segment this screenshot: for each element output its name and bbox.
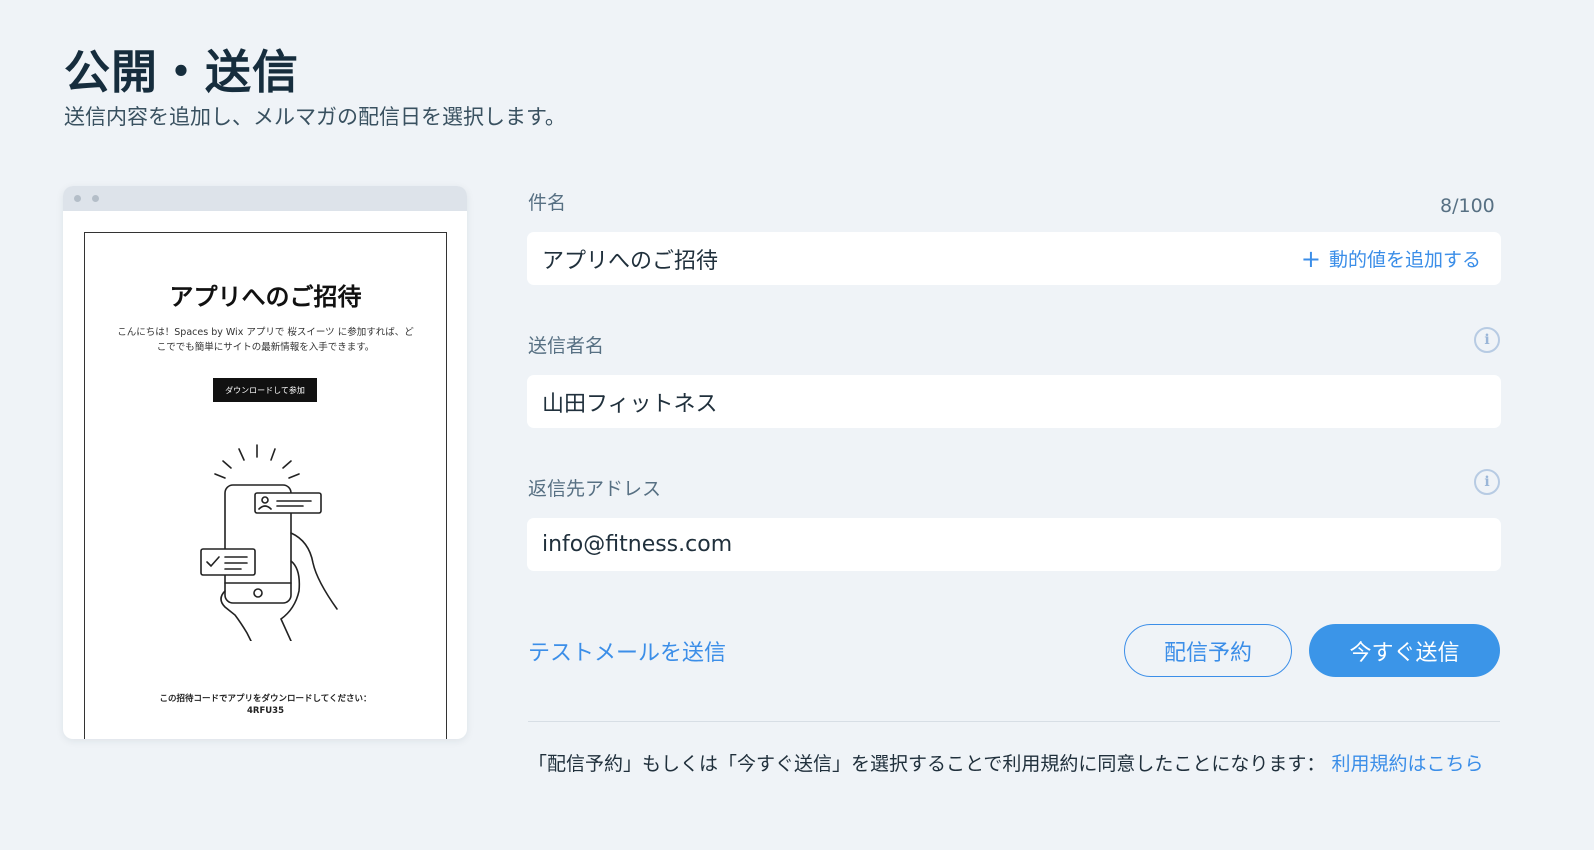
subject-value[interactable]: アプリへのご招待 [527,243,1301,275]
email-preview-frame: アプリへのご招待 こんにちは！Spaces by Wix アプリで 桜スイーツ … [84,232,447,739]
reply-to-value[interactable]: info@fitness.com [527,532,1501,557]
sender-name-value[interactable]: 山田フィットネス [527,386,1501,418]
page-title: 公開・送信 [64,45,299,99]
info-icon[interactable]: i [1474,327,1500,353]
terms-notice: 「配信予約」もしくは「今すぐ送信」を選択することで利用規約に同意したことになりま… [528,749,1500,779]
email-body-text: こんにちは！Spaces by Wix アプリで 桜スイーツ に参加すれば、どこ… [117,327,414,353]
publish-send-page: 公開・送信 送信内容を追加し、メルマガの配信日を選択します。 アプリへのご招待 … [0,0,1594,850]
subject-counter: 8/100 [1440,195,1495,217]
divider [528,721,1500,722]
subject-label: 件名 [528,192,567,214]
page-subtitle: 送信内容を追加し、メルマガの配信日を選択します。 [64,105,566,129]
window-dot-icon [74,195,81,202]
add-dynamic-value-button[interactable]: + 動的値を追加する [1301,245,1501,272]
email-footer-text: この招待コードでアプリをダウンロードしてください： [159,694,372,704]
terms-link[interactable]: 利用規約はこちら [1331,753,1483,775]
send-now-button[interactable]: 今すぐ送信 [1309,624,1500,677]
preview-window-bar [63,186,467,211]
subject-input[interactable]: アプリへのご招待 + 動的値を追加する [527,232,1501,285]
phone-illustration-icon [200,444,338,641]
schedule-button[interactable]: 配信予約 [1124,624,1292,677]
sender-name-input[interactable]: 山田フィットネス [527,375,1501,428]
email-preview-card: アプリへのご招待 こんにちは！Spaces by Wix アプリで 桜スイーツ … [63,186,467,739]
terms-text: 「配信予約」もしくは「今すぐ送信」を選択することで利用規約に同意したことになりま… [528,753,1326,775]
info-icon[interactable]: i [1474,469,1500,495]
send-test-email-link[interactable]: テストメールを送信 [528,635,726,667]
email-title: アプリへのご招待 [169,283,362,311]
sender-name-label: 送信者名 [528,335,605,357]
reply-to-input[interactable]: info@fitness.com [527,518,1501,571]
reply-to-label: 返信先アドレス [528,478,662,500]
email-footer: この招待コードでアプリをダウンロードしてください： 4RFU35 [95,693,436,717]
email-download-button: ダウンロードして参加 [213,378,317,402]
plus-icon: + [1300,244,1321,273]
window-dot-icon [92,195,99,202]
invite-code: 4RFU35 [247,706,284,716]
add-dynamic-value-label: 動的値を追加する [1328,249,1481,271]
